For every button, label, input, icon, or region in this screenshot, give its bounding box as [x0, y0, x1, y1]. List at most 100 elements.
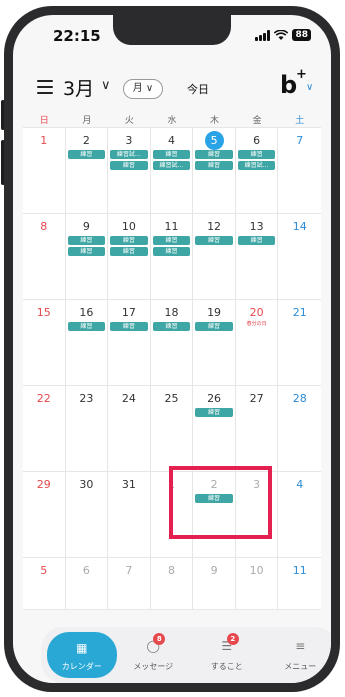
- tab-todo[interactable]: ☰ 2 すること: [190, 627, 264, 683]
- day-number: 21: [292, 306, 307, 319]
- hamburger-menu-icon[interactable]: [37, 80, 53, 94]
- day-cell[interactable]: 1: [150, 472, 194, 558]
- day-cell[interactable]: 5: [23, 558, 66, 610]
- day-cell[interactable]: 12 練習: [193, 214, 236, 300]
- day-cell[interactable]: 6: [65, 558, 109, 610]
- event-chip[interactable]: 練習: [67, 150, 106, 159]
- day-cell[interactable]: 10: [235, 558, 279, 610]
- weekday-label: 土: [295, 116, 305, 126]
- day-cell[interactable]: 16 練習: [65, 300, 109, 386]
- chevron-down-icon[interactable]: ∨: [101, 78, 111, 93]
- day-number: 15: [36, 306, 51, 319]
- day-cell[interactable]: 10 練習 練習: [108, 214, 151, 300]
- tab-menu[interactable]: ≡ メニュー: [264, 627, 331, 683]
- chevron-down-icon[interactable]: ∨: [306, 82, 313, 93]
- event-chip[interactable]: 練習: [152, 150, 191, 159]
- day-number: 8: [40, 220, 48, 233]
- event-chip[interactable]: 練習: [67, 322, 106, 331]
- day-cell[interactable]: 24: [108, 386, 151, 472]
- tab-calendar[interactable]: ▦ カレンダー: [47, 632, 117, 678]
- day-cell[interactable]: 8: [23, 214, 66, 300]
- day-number: 31: [121, 478, 136, 491]
- event-chip[interactable]: 練習: [67, 247, 106, 256]
- day-number: 3: [253, 478, 261, 491]
- day-number: 1: [40, 134, 48, 147]
- day-cell[interactable]: 11 練習 練習: [150, 214, 194, 300]
- day-cell[interactable]: 29: [23, 472, 66, 558]
- event-chip[interactable]: 練習: [152, 322, 191, 331]
- status-bar: 22:15 88: [13, 27, 331, 47]
- day-number: 2: [210, 478, 218, 491]
- day-cell[interactable]: 13 練習: [235, 214, 279, 300]
- day-number: 13: [249, 220, 264, 233]
- day-cell[interactable]: 6 練習 練習試…: [235, 128, 279, 214]
- event-chip[interactable]: 練習: [110, 322, 148, 331]
- day-cell[interactable]: 4 練習 練習試…: [150, 128, 194, 214]
- day-cell[interactable]: 2 練習: [65, 128, 109, 214]
- tab-messages[interactable]: ◯ 8 メッセージ: [117, 627, 191, 683]
- day-cell[interactable]: 22: [23, 386, 66, 472]
- day-cell[interactable]: 17 練習: [108, 300, 151, 386]
- day-number: 7: [296, 134, 304, 147]
- tab-label: すること: [210, 662, 243, 671]
- notification-badge: 8: [153, 633, 166, 645]
- day-cell[interactable]: 9: [193, 558, 236, 610]
- day-cell[interactable]: 20 春分の日: [235, 300, 279, 386]
- day-number: 1: [167, 478, 175, 491]
- day-cell[interactable]: 30: [65, 472, 109, 558]
- event-chip[interactable]: 練習: [195, 236, 233, 245]
- day-cell[interactable]: 31: [108, 472, 151, 558]
- day-cell[interactable]: 14: [278, 214, 321, 300]
- app-logo[interactable]: b: [280, 71, 297, 99]
- day-cell[interactable]: 8: [150, 558, 194, 610]
- day-cell[interactable]: 3 練習試… 練習: [108, 128, 151, 214]
- weekday-label: 金: [252, 116, 262, 126]
- day-cell[interactable]: 18 練習: [150, 300, 194, 386]
- day-cell[interactable]: 26 練習: [193, 386, 236, 472]
- day-cell[interactable]: 28: [278, 386, 321, 472]
- event-chip[interactable]: 練習: [237, 150, 276, 159]
- event-chip[interactable]: 練習: [195, 161, 233, 170]
- event-chip[interactable]: 練習試…: [152, 161, 191, 170]
- event-chip[interactable]: 練習: [195, 494, 233, 503]
- day-cell[interactable]: 4: [278, 472, 321, 558]
- clock: 22:15: [53, 27, 101, 45]
- weekday-header: 日月火水木金土: [23, 113, 321, 127]
- day-cell[interactable]: 25: [150, 386, 194, 472]
- day-cell[interactable]: 27: [235, 386, 279, 472]
- event-chip[interactable]: 練習: [237, 236, 276, 245]
- event-chip[interactable]: 練習: [110, 247, 148, 256]
- view-mode-select[interactable]: 月 ∨: [123, 79, 163, 99]
- day-cell[interactable]: 15: [23, 300, 66, 386]
- day-cell[interactable]: 3: [235, 472, 279, 558]
- event-chip[interactable]: 練習: [152, 236, 191, 245]
- event-chip[interactable]: 練習: [110, 161, 148, 170]
- event-chip[interactable]: 練習: [195, 150, 233, 159]
- logo-plus-icon: +: [296, 67, 307, 82]
- month-title[interactable]: 3月: [63, 74, 94, 101]
- day-cell[interactable]: 19 練習: [193, 300, 236, 386]
- day-cell[interactable]: 1: [23, 128, 66, 214]
- day-number: 29: [36, 478, 51, 491]
- day-cell[interactable]: 2 練習: [193, 472, 236, 558]
- day-number: 5: [193, 131, 235, 150]
- event-chip[interactable]: 練習: [152, 247, 191, 256]
- day-cell[interactable]: 7: [108, 558, 151, 610]
- day-cell[interactable]: 7: [278, 128, 321, 214]
- event-chip[interactable]: 練習: [67, 236, 106, 245]
- day-number: 17: [121, 306, 136, 319]
- day-cell[interactable]: 5 練習 練習: [193, 128, 236, 214]
- event-chip[interactable]: 練習試…: [237, 161, 276, 170]
- weekday-label: 日: [39, 116, 49, 126]
- day-cell[interactable]: 9 練習 練習: [65, 214, 109, 300]
- tab-label: メッセージ: [133, 662, 174, 671]
- event-chip[interactable]: 練習: [195, 408, 233, 417]
- today-button[interactable]: 今日: [187, 81, 209, 97]
- day-cell[interactable]: 11: [278, 558, 321, 610]
- event-chip[interactable]: 練習: [110, 236, 148, 245]
- day-cell[interactable]: 23: [65, 386, 109, 472]
- day-cell[interactable]: 21: [278, 300, 321, 386]
- event-chip[interactable]: 練習: [195, 322, 233, 331]
- day-number: 26: [207, 392, 222, 405]
- event-chip[interactable]: 練習試…: [110, 150, 148, 159]
